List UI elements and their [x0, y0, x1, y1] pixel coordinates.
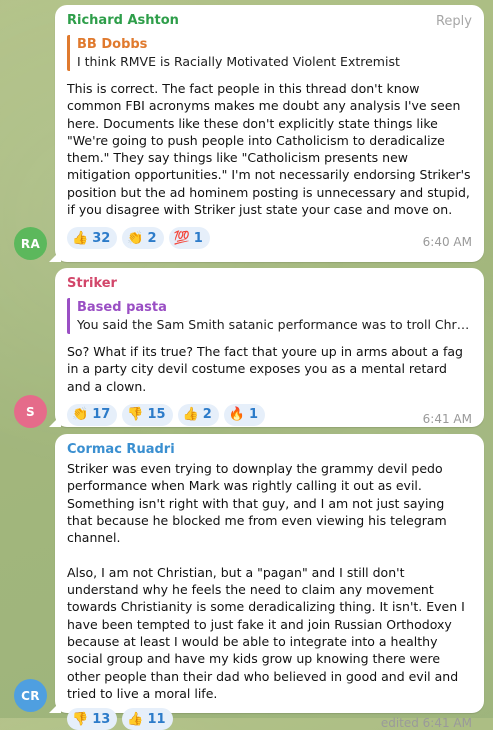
thumbs-up-icon: 👍 [72, 230, 89, 246]
message-bubble[interactable]: Cormac Ruadri Striker was even trying to… [49, 434, 484, 730]
message-footer: 👎 13 👍 11 edited 6:41 AM [67, 708, 472, 730]
quote-author: BB Dobbs [77, 37, 148, 52]
quoted-message[interactable]: BB Dobbs I think RMVE is Racially Motiva… [67, 35, 472, 71]
message-time: 6:40 AM [422, 235, 472, 250]
reaction-thumbs-down[interactable]: 👎 13 [67, 708, 118, 730]
reaction-count: 17 [92, 407, 111, 423]
reaction-thumbs-up[interactable]: 👍 32 [67, 227, 118, 250]
reaction-thumbs-up[interactable]: 👍 11 [122, 708, 173, 730]
quote-text: You said the Sam Smith satanic performan… [77, 317, 472, 332]
clapping-hands-icon: 👏 [127, 230, 144, 246]
clapping-hands-icon: 👏 [72, 407, 89, 423]
reaction-thumbs-down[interactable]: 👎 15 [122, 403, 173, 426]
chat-view: Richard Ashton Reply BB Dobbs I think RM… [0, 0, 493, 730]
message-footer: 👍 32 👏 2 💯 1 6:40 AM [67, 227, 472, 250]
reaction-count: 15 [147, 407, 166, 423]
bubble-tail [49, 250, 61, 262]
quote-text: I think RMVE is Racially Motivated Viole… [77, 54, 400, 69]
bubble-tail [49, 701, 61, 713]
reply-button[interactable]: Reply [436, 14, 472, 29]
thumbs-down-icon: 👎 [72, 711, 89, 727]
reaction-fire[interactable]: 🔥 1 [223, 403, 266, 426]
reaction-count: 32 [92, 230, 111, 246]
reaction-thumbs-up[interactable]: 👍 2 [177, 403, 219, 426]
reaction-count: 2 [202, 407, 212, 423]
message-bubble[interactable]: Striker Based pasta You said the Sam Smi… [49, 268, 484, 427]
quote-author: Based pasta [77, 300, 167, 315]
fire-icon: 🔥 [228, 407, 245, 423]
reaction-count: 13 [92, 711, 111, 727]
message-time: edited 6:41 AM [380, 716, 472, 730]
reaction-count: 1 [248, 407, 259, 423]
reactions: 👍 32 👏 2 💯 1 [67, 227, 472, 250]
message-bubble[interactable]: Richard Ashton Reply BB Dobbs I think RM… [49, 5, 484, 262]
avatar[interactable]: S [14, 395, 47, 428]
thumbs-down-icon: 👎 [127, 407, 144, 423]
sender-name[interactable]: Cormac Ruadri [67, 441, 472, 458]
message-text: This is correct. The fact people in this… [67, 81, 471, 218]
bubble-tail [49, 415, 61, 427]
sender-name[interactable]: Richard Ashton [67, 12, 472, 29]
reaction-count: 1 [193, 230, 203, 246]
message-time: 6:41 AM [422, 411, 472, 426]
reactions: 👏 17 👎 15 👍 2 🔥 1 [67, 403, 472, 426]
reaction-count: 2 [147, 230, 157, 246]
thumbs-up-icon: 👍 [127, 711, 144, 727]
thumbs-up-icon: 👍 [182, 407, 199, 423]
reaction-clapping-hands[interactable]: 👏 2 [122, 227, 164, 250]
hundred-points-icon: 💯 [173, 230, 190, 246]
reaction-hundred-points[interactable]: 💯 1 [168, 227, 210, 250]
sender-name[interactable]: Striker [67, 275, 472, 292]
avatar[interactable]: RA [14, 227, 47, 260]
reaction-clapping-hands[interactable]: 👏 17 [67, 403, 118, 426]
reaction-count: 11 [147, 711, 166, 727]
message-text: So? What if its true? The fact that your… [67, 344, 463, 394]
message-footer: 👏 17 👎 15 👍 2 🔥 1 6:41 AM [67, 403, 472, 426]
quoted-message[interactable]: Based pasta You said the Sam Smith satan… [67, 298, 472, 334]
message-text: Striker was even trying to downplay the … [67, 461, 465, 701]
avatar[interactable]: CR [14, 679, 47, 712]
